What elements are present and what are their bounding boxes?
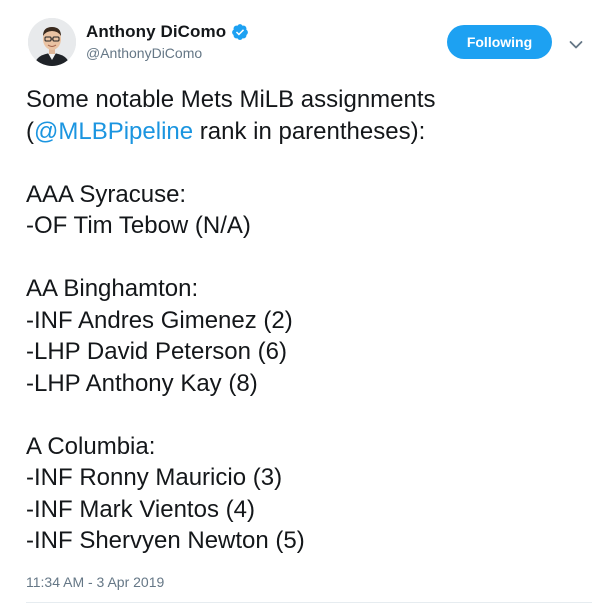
tweet-line-rest: rank in parentheses): [193,117,426,145]
section-header-aa: AA Binghamton: [26,275,199,302]
chevron-down-icon[interactable] [569,37,583,49]
player-item: -OF Tim Tebow (N/A) [26,212,251,239]
verified-badge-icon [231,23,249,41]
tweet-timestamp[interactable]: 11:34 AM - 3 Apr 2019 [26,574,164,590]
player-item: -LHP David Peterson (6) [26,338,287,365]
player-item: -INF Shervyen Newton (5) [26,527,305,554]
player-item: -INF Andres Gimenez (2) [26,306,293,334]
divider [26,602,592,603]
player-item: -INF Ronny Mauricio (3) [26,464,283,491]
author-name-row: Anthony DiComo [86,22,249,42]
player-item: -INF Mark Vientos (4) [26,495,255,523]
following-button[interactable]: Following [447,25,552,59]
tweet-line: Some notable Mets MiLB assignments [26,86,436,113]
section-header-a: A Columbia: [26,432,156,460]
avatar-portrait-icon [28,18,76,66]
tweet-text: Some notable Mets MiLB assignments (@MLB… [26,84,596,557]
player-item: -LHP Anthony Kay (8) [26,369,258,397]
author-handle[interactable]: @AnthonyDiComo [86,45,202,61]
tweet-line: (@MLBPipeline rank in parentheses): [26,116,596,148]
section-header-aaa: AAA Syracuse: [26,180,187,208]
mention-link[interactable]: @MLBPipeline [34,118,193,145]
tweet-card: Anthony DiComo @AnthonyDiComo Following … [0,0,612,605]
avatar[interactable] [28,18,76,66]
paren-open: ( [26,117,34,145]
author-display-name[interactable]: Anthony DiComo [86,22,226,42]
